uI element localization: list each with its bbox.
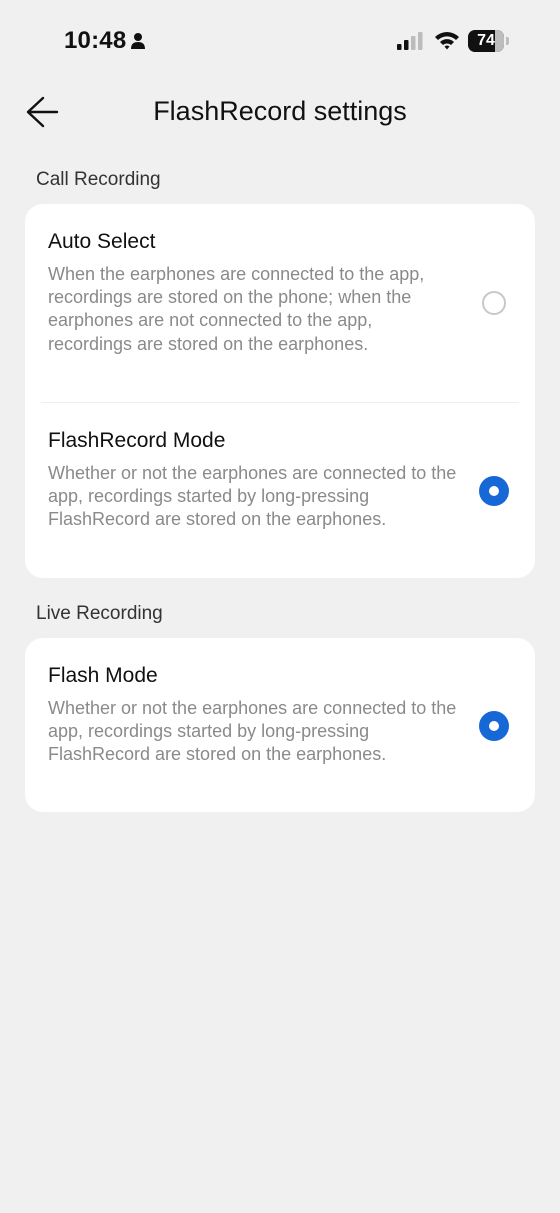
status-bar: 10:48 74: [0, 0, 560, 80]
page-title: FlashRecord settings: [153, 96, 407, 126]
option-description: Whether or not the earphones are connect…: [48, 698, 457, 765]
option-auto-select[interactable]: Auto Select When the earphones are conne…: [25, 204, 535, 402]
radio-flashrecord-mode[interactable]: [479, 476, 509, 506]
status-time: 10:48: [64, 27, 127, 54]
option-description: When the earphones are connected to the …: [48, 264, 425, 354]
option-flashrecord-mode[interactable]: FlashRecord Mode Whether or not the earp…: [25, 403, 535, 578]
battery-level: 74: [477, 32, 495, 49]
call-recording-card: Auto Select When the earphones are conne…: [25, 204, 535, 578]
live-recording-card: Flash Mode Whether or not the earphones …: [25, 638, 535, 812]
person-icon: [131, 33, 145, 49]
section-label-call-recording: Call Recording: [36, 169, 161, 190]
header: FlashRecord settings: [0, 80, 560, 144]
option-flash-mode[interactable]: Flash Mode Whether or not the earphones …: [25, 638, 535, 812]
option-title: Flash Mode: [48, 664, 158, 687]
radio-flash-mode[interactable]: [479, 711, 509, 741]
section-label-live-recording: Live Recording: [36, 603, 163, 624]
radio-auto-select[interactable]: [482, 291, 506, 315]
option-title: Auto Select: [48, 230, 156, 253]
option-description: Whether or not the earphones are connect…: [48, 463, 457, 530]
option-title: FlashRecord Mode: [48, 429, 226, 452]
signal-icon: [397, 32, 423, 50]
battery-icon: 74: [468, 30, 510, 52]
wifi-icon: [435, 32, 459, 50]
